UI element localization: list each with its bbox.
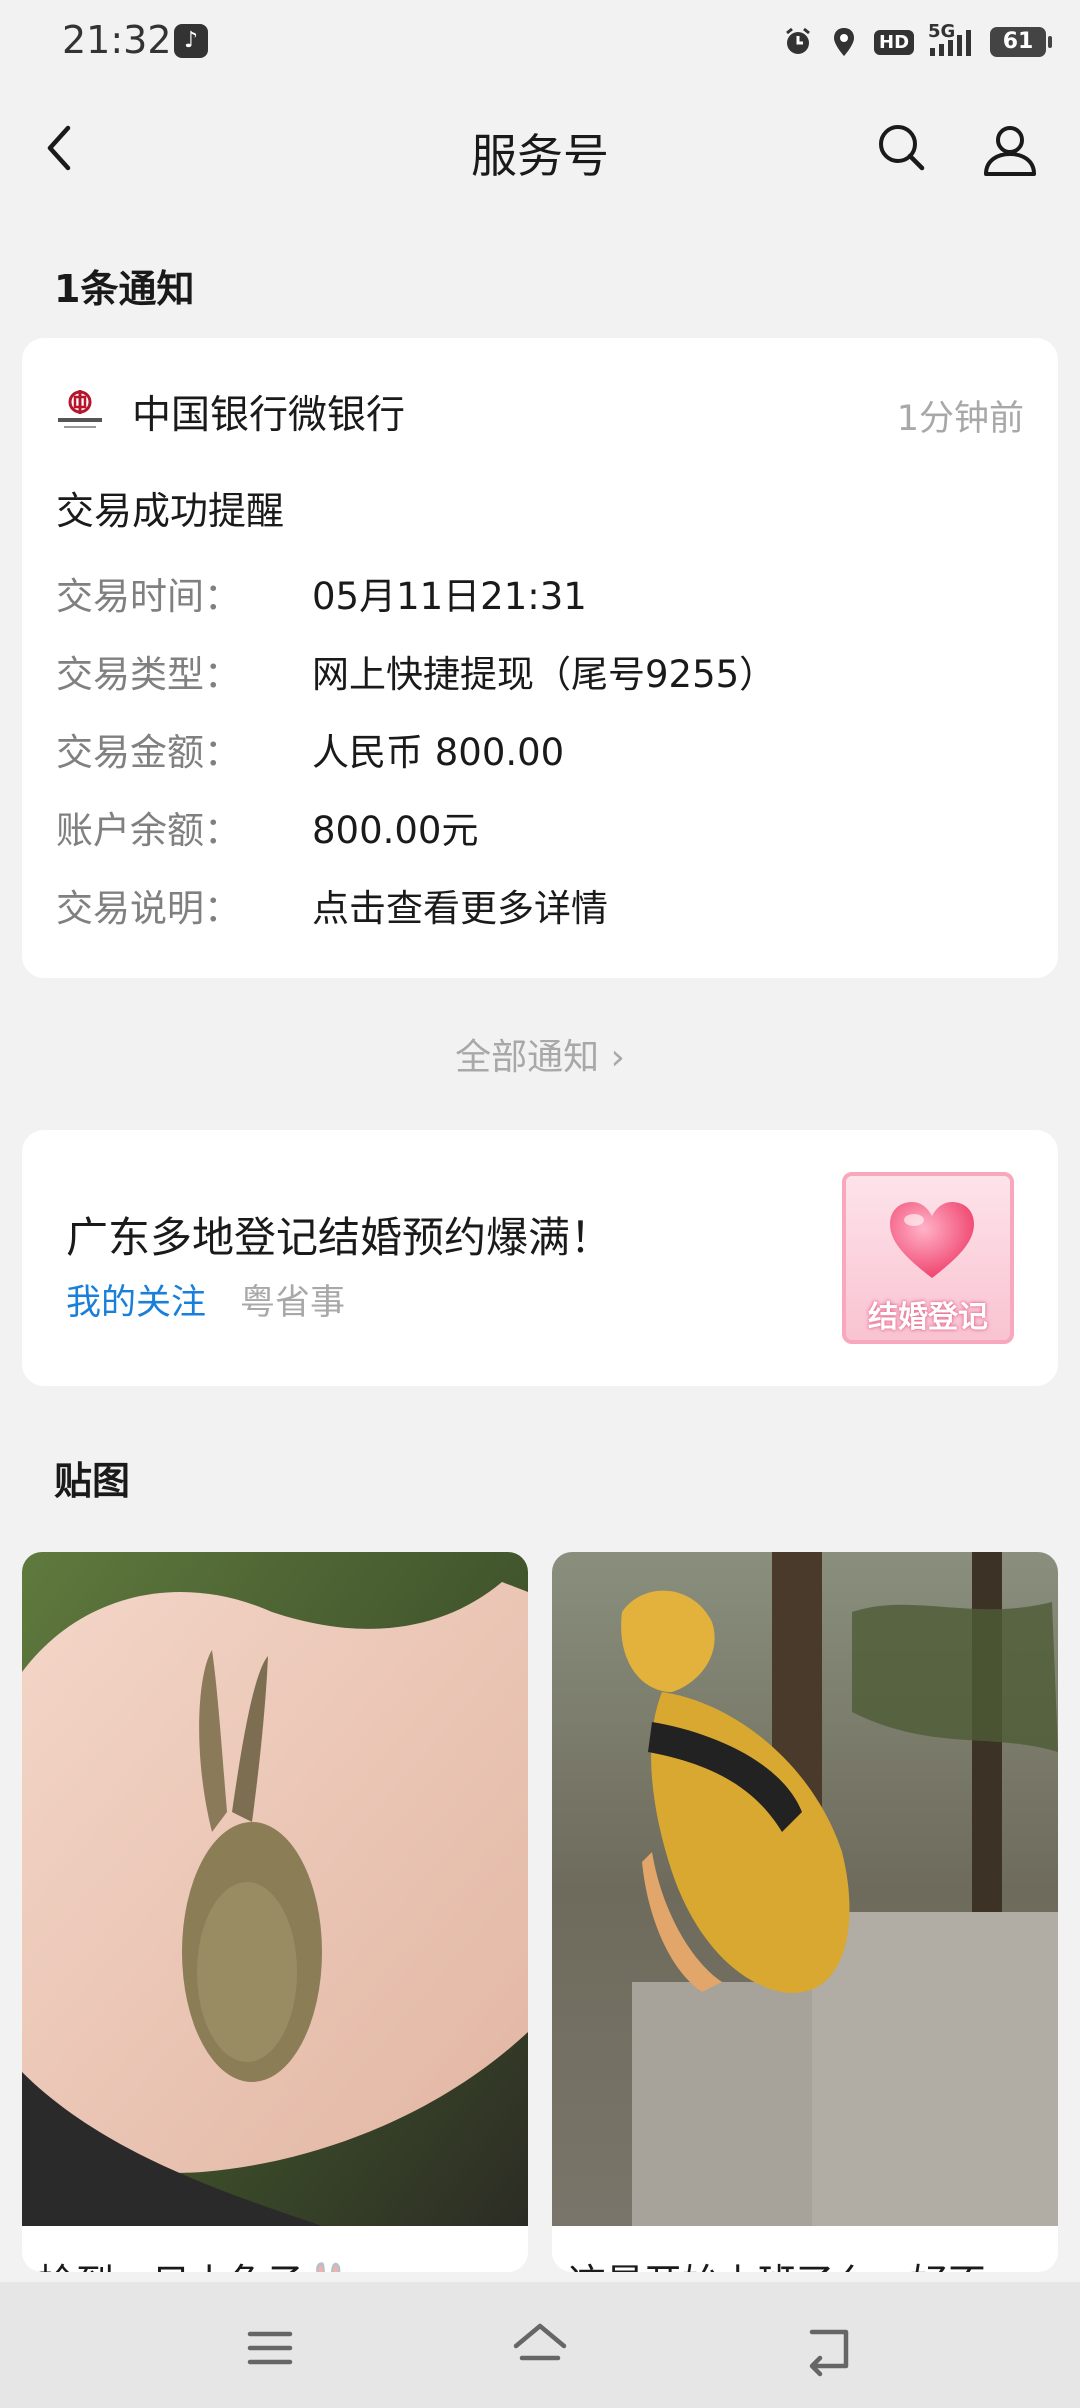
article-source: 粤省事	[240, 1283, 346, 1323]
article-title: 广东多地登记结婚预约爆满！	[66, 1213, 613, 1262]
menu-icon[interactable]	[240, 2318, 300, 2378]
sticker-caption: 捡到一只小兔子🐰	[38, 2252, 351, 2272]
hd-icon: HD	[874, 29, 915, 55]
navigation-bar	[0, 2282, 1080, 2408]
article-tag: 我的关注	[66, 1283, 207, 1323]
home-icon[interactable]	[510, 2318, 570, 2378]
sender-name: 中国银行微银行	[132, 393, 406, 438]
search-icon[interactable]	[872, 118, 932, 178]
return-icon[interactable]	[798, 2318, 858, 2378]
tiktok-icon: ♪	[174, 24, 208, 58]
row-value: 800.00元	[312, 809, 479, 852]
battery-icon: 61	[990, 27, 1053, 57]
status-bar: 21:32 ♪ HD 5G 61	[0, 0, 1080, 86]
notification-time: 1分钟前	[896, 399, 1024, 439]
row-value: 05月11日21:31	[312, 575, 587, 618]
status-time: 21:32	[62, 18, 172, 62]
row-label: 交易金额：	[56, 731, 241, 774]
article-card[interactable]: 广东多地登记结婚预约爆满！ 我的关注 粤省事 结婚登记	[22, 1130, 1058, 1386]
row-value: 网上快捷提现（尾号9255）	[312, 653, 777, 696]
row-label: 交易说明：	[56, 887, 241, 930]
sticker-image	[552, 1552, 1058, 2226]
notification-title: 交易成功提醒	[56, 489, 285, 533]
row-value[interactable]: 点击查看更多详情	[312, 878, 608, 932]
notification-card[interactable]: 中国银行微银行 1分钟前 交易成功提醒 交易时间： 05月11日21:31 交易…	[22, 338, 1058, 978]
profile-icon[interactable]	[978, 118, 1042, 182]
row-value: 人民币 800.00	[312, 731, 565, 774]
row-label: 交易类型：	[56, 653, 241, 696]
sticker-card[interactable]: 这是开始上班了么，好不	[552, 1552, 1058, 2272]
alarm-icon	[782, 26, 814, 58]
signal-icon: 5G	[928, 23, 976, 58]
article-thumbnail: 结婚登记	[842, 1172, 1014, 1344]
heart-icon	[886, 1198, 978, 1282]
all-notifications-link[interactable]: 全部通知 ›	[0, 1028, 1080, 1080]
sticker-image	[22, 1552, 528, 2226]
thumbnail-text: 结婚登记	[868, 1300, 988, 1335]
status-icons: HD 5G 61	[782, 22, 1053, 62]
notifications-section-title: 1条通知	[54, 267, 195, 311]
row-label: 交易时间：	[56, 575, 241, 618]
sticker-caption: 这是开始上班了么，好不	[568, 2252, 986, 2272]
bank-logo	[56, 388, 104, 432]
sticker-card[interactable]: 捡到一只小兔子🐰	[22, 1552, 528, 2272]
stickers-section-title: 贴图	[54, 1459, 131, 1503]
row-label: 账户余额：	[56, 809, 241, 852]
location-icon	[828, 26, 860, 58]
